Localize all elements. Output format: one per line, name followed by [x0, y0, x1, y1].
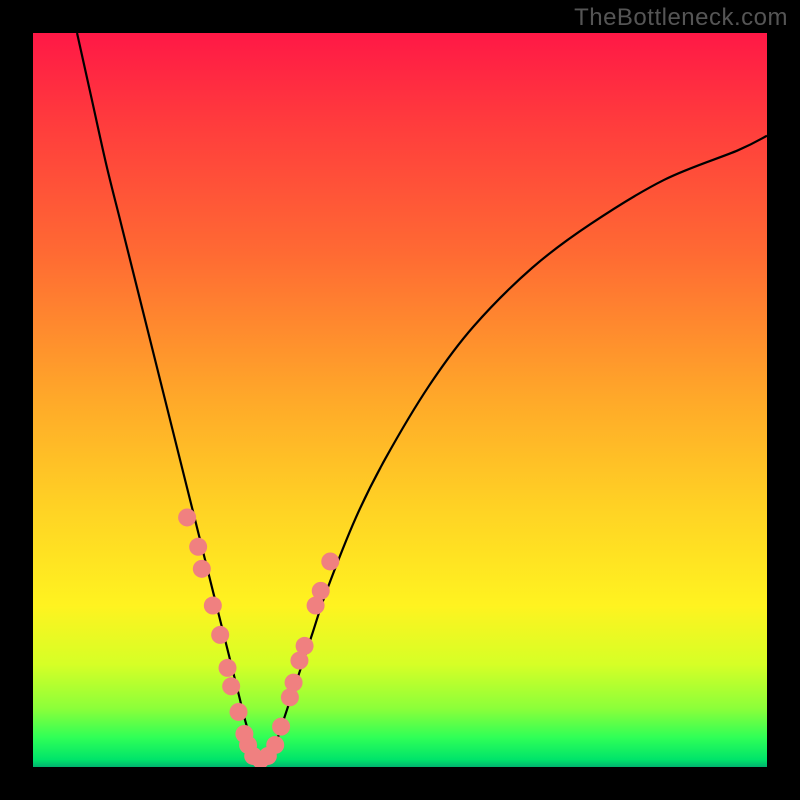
marker-dot [204, 597, 222, 615]
marker-dot [219, 659, 237, 677]
marker-dot [193, 560, 211, 578]
chart-svg [33, 33, 767, 767]
chart-frame: TheBottleneck.com [0, 0, 800, 800]
marker-dot [312, 582, 330, 600]
marker-dot [189, 538, 207, 556]
marker-dot [178, 508, 196, 526]
marker-dot [272, 718, 290, 736]
marker-dot [296, 637, 314, 655]
marker-dot [266, 736, 284, 754]
marker-dot [222, 677, 240, 695]
marker-dot [211, 626, 229, 644]
marker-dot [285, 674, 303, 692]
highlight-markers [178, 508, 339, 767]
plot-area [33, 33, 767, 767]
watermark-text: TheBottleneck.com [574, 4, 788, 32]
marker-dot [230, 703, 248, 721]
bottleneck-curve [77, 33, 767, 761]
marker-dot [321, 552, 339, 570]
